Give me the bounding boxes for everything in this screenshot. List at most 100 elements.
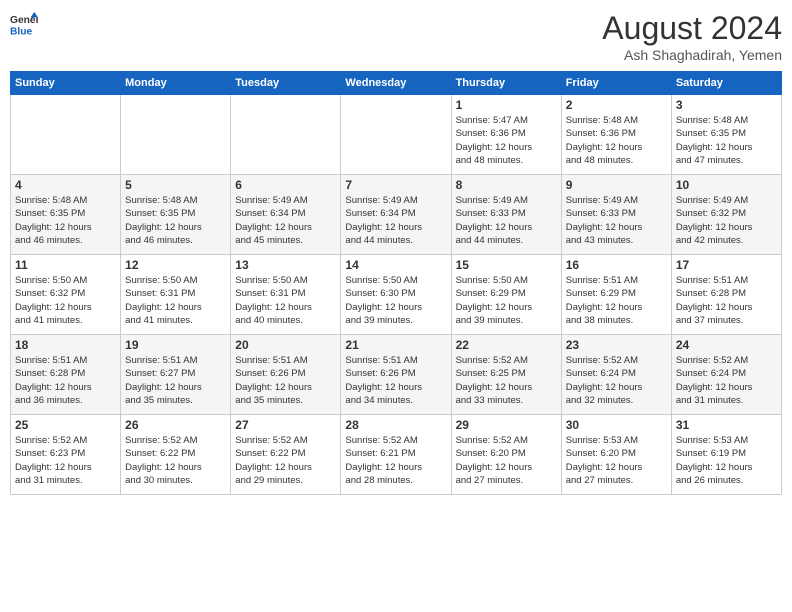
day-info: Sunrise: 5:49 AMSunset: 6:34 PMDaylight:… — [235, 194, 336, 247]
logo: General Blue — [10, 10, 38, 38]
calendar-cell: 27Sunrise: 5:52 AMSunset: 6:22 PMDayligh… — [231, 415, 341, 495]
day-info: Sunrise: 5:52 AMSunset: 6:25 PMDaylight:… — [456, 354, 557, 407]
day-number: 18 — [15, 338, 116, 352]
calendar-cell: 24Sunrise: 5:52 AMSunset: 6:24 PMDayligh… — [671, 335, 781, 415]
calendar-cell: 23 Sunrise: 5:52 AMSunset: 6:24 PMDayligh… — [561, 335, 671, 415]
calendar-cell: 3 Sunrise: 5:48 AMSunset: 6:35 PMDaylight… — [671, 95, 781, 175]
page-title: August 2024 — [602, 10, 782, 47]
calendar-cell: 16 Sunrise: 5:51 AMSunset: 6:29 PMDayligh… — [561, 255, 671, 335]
day-number: 20 — [235, 338, 336, 352]
day-number: 2 — [566, 98, 667, 112]
day-number: 31 — [676, 418, 777, 432]
column-header-thursday: Thursday — [451, 72, 561, 95]
day-number: 25 — [15, 418, 116, 432]
calendar-cell: 7Sunrise: 5:49 AMSunset: 6:34 PMDaylight… — [341, 175, 451, 255]
calendar-cell: 26 Sunrise: 5:52 AMSunset: 6:22 PMDayligh… — [121, 415, 231, 495]
day-number: 19 — [125, 338, 226, 352]
day-info: Sunrise: 5:50 AMSunset: 6:32 PMDaylight:… — [15, 274, 116, 327]
column-header-tuesday: Tuesday — [231, 72, 341, 95]
calendar-cell: 9Sunrise: 5:49 AMSunset: 6:33 PMDaylight… — [561, 175, 671, 255]
calendar-cell: 18 Sunrise: 5:51 AMSunset: 6:28 PMDayligh… — [11, 335, 121, 415]
day-number: 21 — [345, 338, 446, 352]
day-number: 26 — [125, 418, 226, 432]
day-info: Sunrise: 5:48 AMSunset: 6:36 PMDaylight:… — [566, 114, 667, 167]
day-info: Sunrise: 5:51 AMSunset: 6:26 PMDaylight:… — [235, 354, 336, 407]
calendar-cell: 29Sunrise: 5:52 AMSunset: 6:20 PMDayligh… — [451, 415, 561, 495]
calendar-cell: 14 Sunrise: 5:50 AMSunset: 6:30 PMDayligh… — [341, 255, 451, 335]
day-number: 10 — [676, 178, 777, 192]
column-header-monday: Monday — [121, 72, 231, 95]
week-row-1: 1Sunrise: 5:47 AMSunset: 6:36 PMDaylight… — [11, 95, 782, 175]
page-subtitle: Ash Shaghadirah, Yemen — [602, 47, 782, 63]
day-info: Sunrise: 5:51 AMSunset: 6:28 PMDaylight:… — [676, 274, 777, 327]
calendar-cell: 21 Sunrise: 5:51 AMSunset: 6:26 PMDayligh… — [341, 335, 451, 415]
calendar-cell: 10 Sunrise: 5:49 AMSunset: 6:32 PMDayligh… — [671, 175, 781, 255]
day-info: Sunrise: 5:50 AMSunset: 6:31 PMDaylight:… — [235, 274, 336, 327]
day-number: 7 — [345, 178, 446, 192]
calendar-cell: 28Sunrise: 5:52 AMSunset: 6:21 PMDayligh… — [341, 415, 451, 495]
day-number: 12 — [125, 258, 226, 272]
calendar-cell: 11 Sunrise: 5:50 AMSunset: 6:32 PMDayligh… — [11, 255, 121, 335]
day-number: 9 — [566, 178, 667, 192]
calendar-cell: 2 Sunrise: 5:48 AMSunset: 6:36 PMDaylight… — [561, 95, 671, 175]
day-number: 28 — [345, 418, 446, 432]
calendar-cell — [121, 95, 231, 175]
day-number: 17 — [676, 258, 777, 272]
day-number: 8 — [456, 178, 557, 192]
day-info: Sunrise: 5:48 AMSunset: 6:35 PMDaylight:… — [676, 114, 777, 167]
column-header-sunday: Sunday — [11, 72, 121, 95]
calendar-cell: 22 Sunrise: 5:52 AMSunset: 6:25 PMDayligh… — [451, 335, 561, 415]
calendar-cell: 20 Sunrise: 5:51 AMSunset: 6:26 PMDayligh… — [231, 335, 341, 415]
calendar-cell: 13 Sunrise: 5:50 AMSunset: 6:31 PMDayligh… — [231, 255, 341, 335]
day-number: 30 — [566, 418, 667, 432]
day-number: 5 — [125, 178, 226, 192]
day-number: 27 — [235, 418, 336, 432]
title-block: August 2024 Ash Shaghadirah, Yemen — [602, 10, 782, 63]
day-number: 16 — [566, 258, 667, 272]
day-number: 4 — [15, 178, 116, 192]
day-info: Sunrise: 5:53 AMSunset: 6:20 PMDaylight:… — [566, 434, 667, 487]
calendar-cell — [341, 95, 451, 175]
calendar-cell: 31 Sunrise: 5:53 AMSunset: 6:19 PMDayligh… — [671, 415, 781, 495]
calendar-cell: 5Sunrise: 5:48 AMSunset: 6:35 PMDaylight… — [121, 175, 231, 255]
day-number: 11 — [15, 258, 116, 272]
day-number: 3 — [676, 98, 777, 112]
day-number: 14 — [345, 258, 446, 272]
day-info: Sunrise: 5:49 AMSunset: 6:32 PMDaylight:… — [676, 194, 777, 247]
day-info: Sunrise: 5:52 AMSunset: 6:22 PMDaylight:… — [125, 434, 226, 487]
svg-text:Blue: Blue — [10, 26, 33, 37]
calendar-table: SundayMondayTuesdayWednesdayThursdayFrid… — [10, 71, 782, 495]
calendar-cell: 1Sunrise: 5:47 AMSunset: 6:36 PMDaylight… — [451, 95, 561, 175]
day-info: Sunrise: 5:52 AMSunset: 6:20 PMDaylight:… — [456, 434, 557, 487]
day-info: Sunrise: 5:52 AMSunset: 6:24 PMDaylight:… — [566, 354, 667, 407]
day-info: Sunrise: 5:50 AMSunset: 6:31 PMDaylight:… — [125, 274, 226, 327]
day-info: Sunrise: 5:52 AMSunset: 6:23 PMDaylight:… — [15, 434, 116, 487]
calendar-cell: 25 Sunrise: 5:52 AMSunset: 6:23 PMDayligh… — [11, 415, 121, 495]
page-header: General Blue August 2024 Ash Shaghadirah… — [10, 10, 782, 63]
day-info: Sunrise: 5:49 AMSunset: 6:33 PMDaylight:… — [456, 194, 557, 247]
day-info: Sunrise: 5:52 AMSunset: 6:24 PMDaylight:… — [676, 354, 777, 407]
day-number: 23 — [566, 338, 667, 352]
day-number: 6 — [235, 178, 336, 192]
calendar-cell — [11, 95, 121, 175]
week-row-2: 4Sunrise: 5:48 AMSunset: 6:35 PMDaylight… — [11, 175, 782, 255]
day-info: Sunrise: 5:51 AMSunset: 6:26 PMDaylight:… — [345, 354, 446, 407]
calendar-cell: 12 Sunrise: 5:50 AMSunset: 6:31 PMDayligh… — [121, 255, 231, 335]
day-info: Sunrise: 5:51 AMSunset: 6:27 PMDaylight:… — [125, 354, 226, 407]
day-info: Sunrise: 5:50 AMSunset: 6:30 PMDaylight:… — [345, 274, 446, 327]
logo-icon: General Blue — [10, 10, 38, 38]
calendar-cell: 4Sunrise: 5:48 AMSunset: 6:35 PMDaylight… — [11, 175, 121, 255]
header-row: SundayMondayTuesdayWednesdayThursdayFrid… — [11, 72, 782, 95]
day-number: 22 — [456, 338, 557, 352]
week-row-3: 11 Sunrise: 5:50 AMSunset: 6:32 PMDayligh… — [11, 255, 782, 335]
column-header-friday: Friday — [561, 72, 671, 95]
calendar-cell: 19 Sunrise: 5:51 AMSunset: 6:27 PMDayligh… — [121, 335, 231, 415]
day-number: 13 — [235, 258, 336, 272]
day-info: Sunrise: 5:51 AMSunset: 6:28 PMDaylight:… — [15, 354, 116, 407]
day-info: Sunrise: 5:47 AMSunset: 6:36 PMDaylight:… — [456, 114, 557, 167]
day-info: Sunrise: 5:51 AMSunset: 6:29 PMDaylight:… — [566, 274, 667, 327]
day-info: Sunrise: 5:53 AMSunset: 6:19 PMDaylight:… — [676, 434, 777, 487]
calendar-cell: 15Sunrise: 5:50 AMSunset: 6:29 PMDayligh… — [451, 255, 561, 335]
week-row-4: 18 Sunrise: 5:51 AMSunset: 6:28 PMDayligh… — [11, 335, 782, 415]
day-info: Sunrise: 5:50 AMSunset: 6:29 PMDaylight:… — [456, 274, 557, 327]
